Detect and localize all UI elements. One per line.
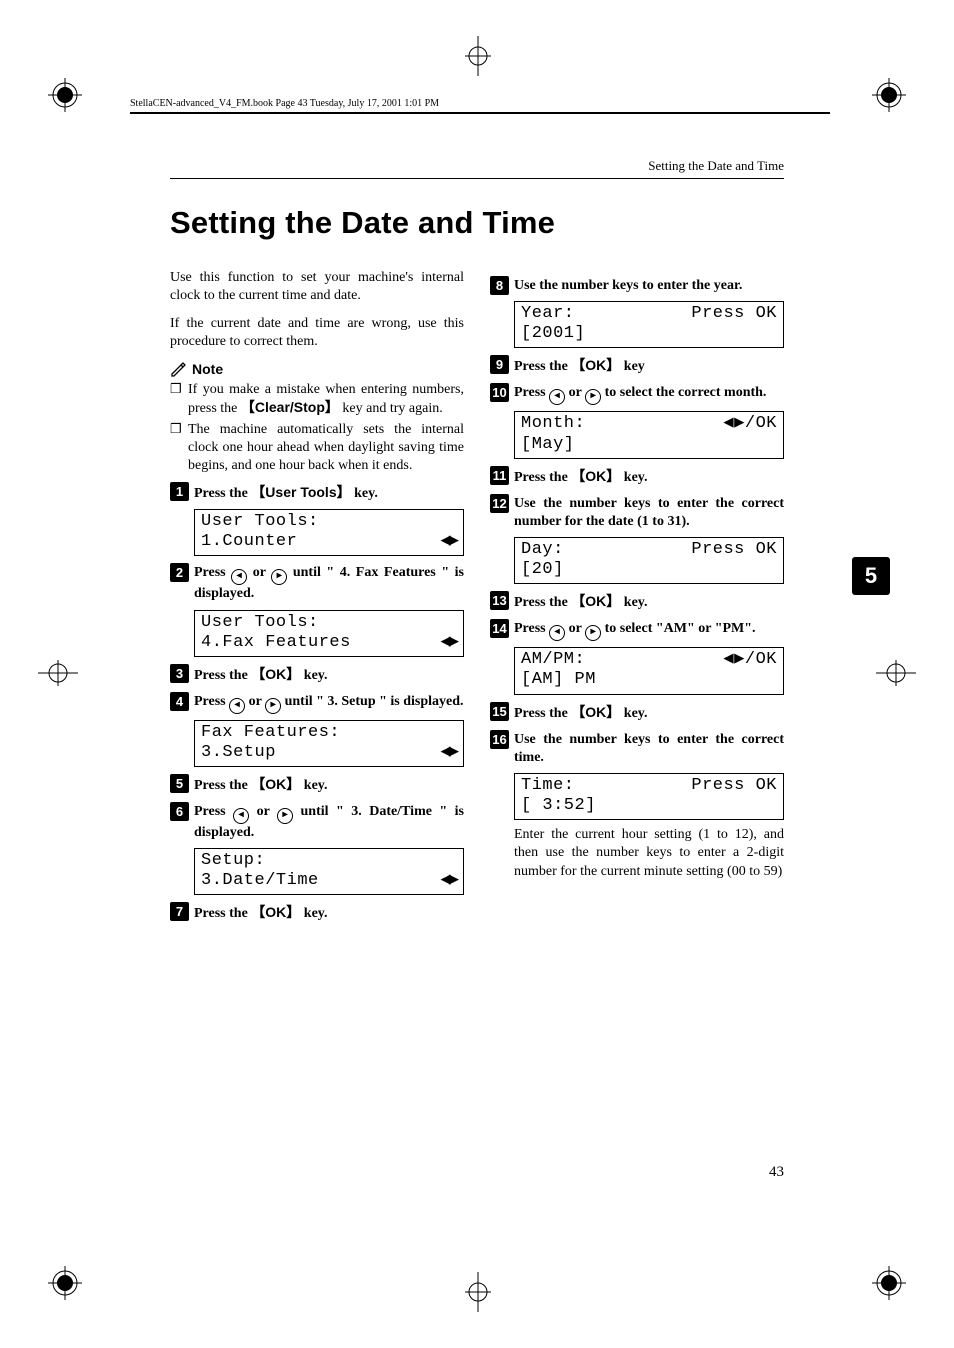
crop-mark-icon <box>38 660 78 686</box>
step: 12Use the number keys to enter the corre… <box>490 495 784 531</box>
intro-para-1: Use this function to set your machine's … <box>170 269 464 305</box>
book-header-text: StellaCEN-advanced_V4_FM.book Page 43 Tu… <box>130 98 439 109</box>
lcd-display: Month:◀▶/OK[May] <box>514 411 784 458</box>
step: 8Use the number keys to enter the year. <box>490 277 784 295</box>
step-number-icon: 13 <box>490 591 509 610</box>
crop-mark-icon <box>48 1266 82 1300</box>
lcd-display: Day:Press OK[20] <box>514 537 784 584</box>
step: 11Press the 【OK】 key. <box>490 467 784 487</box>
step: 7Press the 【OK】 key. <box>170 903 464 923</box>
step: 2Press ◂ or ▸ until " 4. Fax Features " … <box>170 564 464 603</box>
note-item: If you make a mistake when entering numb… <box>170 381 464 418</box>
note-label: Note <box>192 361 223 377</box>
step-number-icon: 10 <box>490 383 509 402</box>
pencil-icon <box>170 361 186 377</box>
step: 9 Press the 【OK】 key <box>490 356 784 376</box>
step-number-icon: 3 <box>170 664 189 683</box>
note-item: The machine automatically sets the inter… <box>170 421 464 475</box>
crop-mark-icon <box>876 660 916 686</box>
note-list: If you make a mistake when entering numb… <box>170 381 464 476</box>
left-column: Use this function to set your machine's … <box>170 269 464 930</box>
step: 3Press the 【OK】 key. <box>170 665 464 685</box>
lcd-display: Fax Features:3.Setup◀▶ <box>194 720 464 767</box>
right-column: 8Use the number keys to enter the year. Y… <box>490 269 784 930</box>
step-number-icon: 14 <box>490 619 509 638</box>
crop-mark-icon <box>465 1272 491 1312</box>
lcd-display: Time:Press OK[ 3:52] <box>514 773 784 820</box>
lcd-display: AM/PM:◀▶/OK [AM] PM <box>514 647 784 694</box>
crop-mark-icon <box>872 78 906 112</box>
step-number-icon: 16 <box>490 730 509 749</box>
lcd-display: Year:Press OK[2001] <box>514 301 784 348</box>
step-number-icon: 2 <box>170 563 189 582</box>
crop-mark-icon <box>872 1266 906 1300</box>
step-number-icon: 12 <box>490 494 509 513</box>
step-number-icon: 5 <box>170 774 189 793</box>
step-number-icon: 7 <box>170 902 189 921</box>
step: 15Press the 【OK】 key. <box>490 703 784 723</box>
note-heading: Note <box>170 361 464 377</box>
step: 4Press ◂ or ▸ until " 3. Setup " is disp… <box>170 693 464 714</box>
step-number-icon: 4 <box>170 692 189 711</box>
intro-para-2: If the current date and time are wrong, … <box>170 315 464 351</box>
body-text: Enter the current hour setting (1 to 12)… <box>514 826 784 881</box>
page-title: Setting the Date and Time <box>170 205 784 241</box>
lcd-display: User Tools:1.Counter◀▶ <box>194 509 464 556</box>
crop-mark-icon <box>465 36 491 76</box>
step: 14Press ◂ or ▸ to select "AM" or "PM". <box>490 620 784 641</box>
step-number-icon: 6 <box>170 802 189 821</box>
step: 5Press the 【OK】 key. <box>170 775 464 795</box>
step-number-icon: 15 <box>490 702 509 721</box>
page-number: 43 <box>769 1164 784 1181</box>
step-number-icon: 8 <box>490 276 509 295</box>
step: 10Press ◂ or ▸ to select the correct mon… <box>490 384 784 405</box>
step: 6Press ◂ or ▸ until " 3. Date/Time " is … <box>170 803 464 842</box>
crop-mark-icon <box>48 78 82 112</box>
step: 13Press the 【OK】 key. <box>490 592 784 612</box>
running-head: Setting the Date and Time <box>170 158 784 179</box>
step: 16Use the number keys to enter the corre… <box>490 731 784 767</box>
lcd-display: Setup:3.Date/Time◀▶ <box>194 848 464 895</box>
step: 1Press the 【User Tools】 key. <box>170 483 464 503</box>
lcd-display: User Tools:4.Fax Features◀▶ <box>194 610 464 657</box>
step-number-icon: 9 <box>490 355 509 374</box>
step-number-icon: 1 <box>170 482 189 501</box>
book-header: StellaCEN-advanced_V4_FM.book Page 43 Tu… <box>130 98 830 114</box>
step-number-icon: 11 <box>490 466 509 485</box>
chapter-tab: 5 <box>852 557 890 595</box>
